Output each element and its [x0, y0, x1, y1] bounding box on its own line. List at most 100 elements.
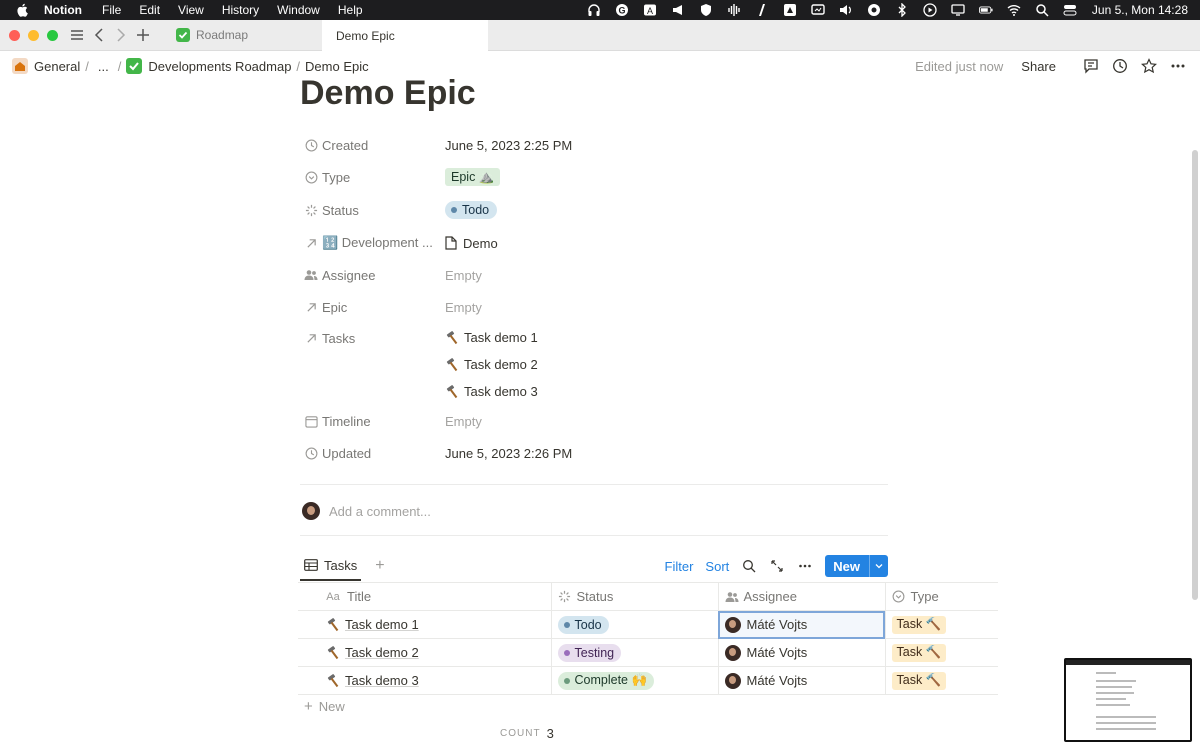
status-cell[interactable]: Testing — [550, 638, 718, 667]
minimize-window-button[interactable] — [28, 29, 39, 41]
status-cell[interactable]: Todo — [550, 610, 718, 639]
text-input-icon[interactable]: A — [643, 3, 657, 17]
vertical-scrollbar[interactable] — [1192, 150, 1198, 600]
view-tab-tasks[interactable]: Tasks — [300, 551, 362, 581]
status-cell[interactable]: Complete 🙌 — [550, 666, 718, 695]
shield-icon[interactable] — [699, 3, 713, 17]
column-header-status[interactable]: Status — [550, 582, 718, 611]
table-row[interactable]: Task demo 2 Testing Máté Vojts Task 🔨 — [298, 638, 998, 667]
property-type[interactable]: Type Epic ⛰️ — [300, 163, 888, 191]
screen-icon[interactable] — [811, 3, 825, 17]
comments-icon[interactable] — [1081, 56, 1101, 76]
property-updated[interactable]: Updated June 5, 2023 2:26 PM — [300, 439, 888, 467]
type-cell[interactable]: Task 🔨 — [884, 638, 998, 667]
headphones-icon[interactable] — [587, 3, 601, 17]
assignee-cell[interactable]: Máté Vojts — [717, 638, 885, 667]
search-icon[interactable] — [741, 558, 757, 574]
menu-edit[interactable]: Edit — [139, 3, 160, 17]
table-row[interactable]: Task demo 1 Todo Máté Vojts Task 🔨 — [298, 610, 998, 639]
add-view-plus-icon[interactable]: + — [375, 557, 384, 575]
breadcrumb-demo-epic[interactable]: Demo Epic — [305, 59, 369, 74]
play-icon[interactable] — [923, 3, 937, 17]
property-created[interactable]: Created June 5, 2023 2:25 PM — [300, 131, 888, 159]
wifi-icon[interactable] — [1007, 3, 1021, 17]
apple-menu-icon[interactable] — [14, 2, 30, 18]
window-preview-thumbnail[interactable] — [1064, 658, 1192, 742]
expand-icon[interactable] — [769, 558, 785, 574]
property-development[interactable]: 🔢 Development ... Demo — [300, 229, 888, 257]
display-icon[interactable] — [951, 3, 965, 17]
property-assignee[interactable]: Assignee Empty — [300, 261, 888, 289]
chrome-icon[interactable] — [867, 3, 881, 17]
task-title[interactable]: Task demo 3 — [345, 673, 419, 688]
favorite-star-icon[interactable] — [1139, 56, 1159, 76]
control-center-icon[interactable] — [1063, 3, 1077, 17]
more-options-icon[interactable] — [797, 558, 813, 574]
title-cell[interactable]: Task demo 3 — [298, 666, 551, 695]
table-row[interactable]: Task demo 3 Complete 🙌 Máté Vojts Task 🔨 — [298, 666, 998, 695]
add-new-row-button[interactable]: + New — [304, 698, 345, 715]
menu-help[interactable]: Help — [338, 3, 363, 17]
property-status[interactable]: Status Todo — [300, 196, 888, 224]
share-button[interactable]: Share — [1021, 59, 1056, 74]
sort-button[interactable]: Sort — [705, 559, 729, 574]
menu-file[interactable]: File — [102, 3, 121, 17]
new-tab-plus-icon[interactable] — [132, 24, 154, 46]
related-task[interactable]: Task demo 1 — [445, 324, 538, 351]
tab-demo-epic[interactable]: Demo Epic — [322, 20, 488, 51]
task-title[interactable]: Task demo 1 — [345, 617, 419, 632]
status-dot — [563, 621, 570, 628]
history-clock-icon[interactable] — [1110, 56, 1130, 76]
comment-composer[interactable]: Add a comment... — [300, 498, 431, 524]
assignee-cell[interactable]: Máté Vojts — [717, 610, 885, 639]
battery-icon[interactable] — [978, 3, 993, 17]
clock[interactable]: Jun 5., Mon 14:28 — [1092, 3, 1188, 17]
bluetooth-icon[interactable] — [895, 3, 909, 17]
comment-input[interactable]: Add a comment... — [329, 504, 431, 519]
status-tag[interactable]: Todo — [445, 201, 498, 219]
menu-window[interactable]: Window — [277, 3, 320, 17]
property-epic[interactable]: Epic Empty — [300, 293, 888, 321]
close-window-button[interactable] — [9, 29, 20, 41]
task-title[interactable]: Task demo 2 — [345, 645, 419, 660]
chevron-down-icon[interactable] — [869, 555, 888, 577]
relation-link[interactable]: Demo — [463, 236, 498, 251]
app-menu[interactable]: Notion — [44, 3, 82, 17]
assignee-cell[interactable]: Máté Vojts — [717, 666, 885, 695]
tab-roadmap[interactable]: Roadmap — [162, 20, 322, 50]
megaphone-icon[interactable] — [671, 3, 685, 17]
column-header-type[interactable]: Type — [884, 582, 998, 611]
audio-wave-icon[interactable] — [727, 3, 741, 17]
breadcrumb-developments-roadmap[interactable]: Developments Roadmap — [148, 59, 291, 74]
property-timeline[interactable]: Timeline Empty — [300, 407, 888, 435]
property-tasks[interactable]: Tasks — [300, 324, 888, 352]
filter-button[interactable]: Filter — [665, 559, 694, 574]
type-cell[interactable]: Task 🔨 — [884, 610, 998, 639]
menu-history[interactable]: History — [222, 3, 259, 17]
new-record-button[interactable]: New — [825, 555, 888, 577]
type-cell[interactable]: Task 🔨 — [884, 666, 998, 695]
back-arrow-icon[interactable] — [88, 24, 110, 46]
related-task[interactable]: Task demo 2 — [445, 351, 538, 378]
forward-arrow-icon[interactable] — [110, 24, 132, 46]
property-label: Tasks — [322, 330, 356, 346]
tab-label: Demo Epic — [336, 28, 395, 43]
grammarly-icon[interactable]: G — [615, 3, 629, 17]
more-options-icon[interactable] — [1168, 56, 1188, 76]
drive-icon[interactable] — [783, 3, 797, 17]
type-tag[interactable]: Epic ⛰️ — [445, 168, 501, 186]
volume-icon[interactable] — [839, 3, 853, 17]
zoom-window-button[interactable] — [47, 29, 58, 41]
breadcrumb-ellipsis[interactable]: ... — [98, 59, 109, 74]
page-title[interactable]: Demo Epic — [300, 74, 476, 113]
sidebar-toggle-icon[interactable] — [66, 24, 88, 46]
spotlight-search-icon[interactable] — [1035, 3, 1049, 17]
title-cell[interactable]: Task demo 1 — [298, 610, 551, 639]
breadcrumb-general[interactable]: General — [34, 59, 80, 74]
column-header-title[interactable]: Aa Title — [298, 582, 551, 611]
column-header-assignee[interactable]: Assignee — [717, 582, 885, 611]
related-task[interactable]: Task demo 3 — [445, 378, 538, 405]
menu-view[interactable]: View — [178, 3, 204, 17]
title-cell[interactable]: Task demo 2 — [298, 638, 551, 667]
battery-status-icon[interactable] — [755, 3, 769, 17]
